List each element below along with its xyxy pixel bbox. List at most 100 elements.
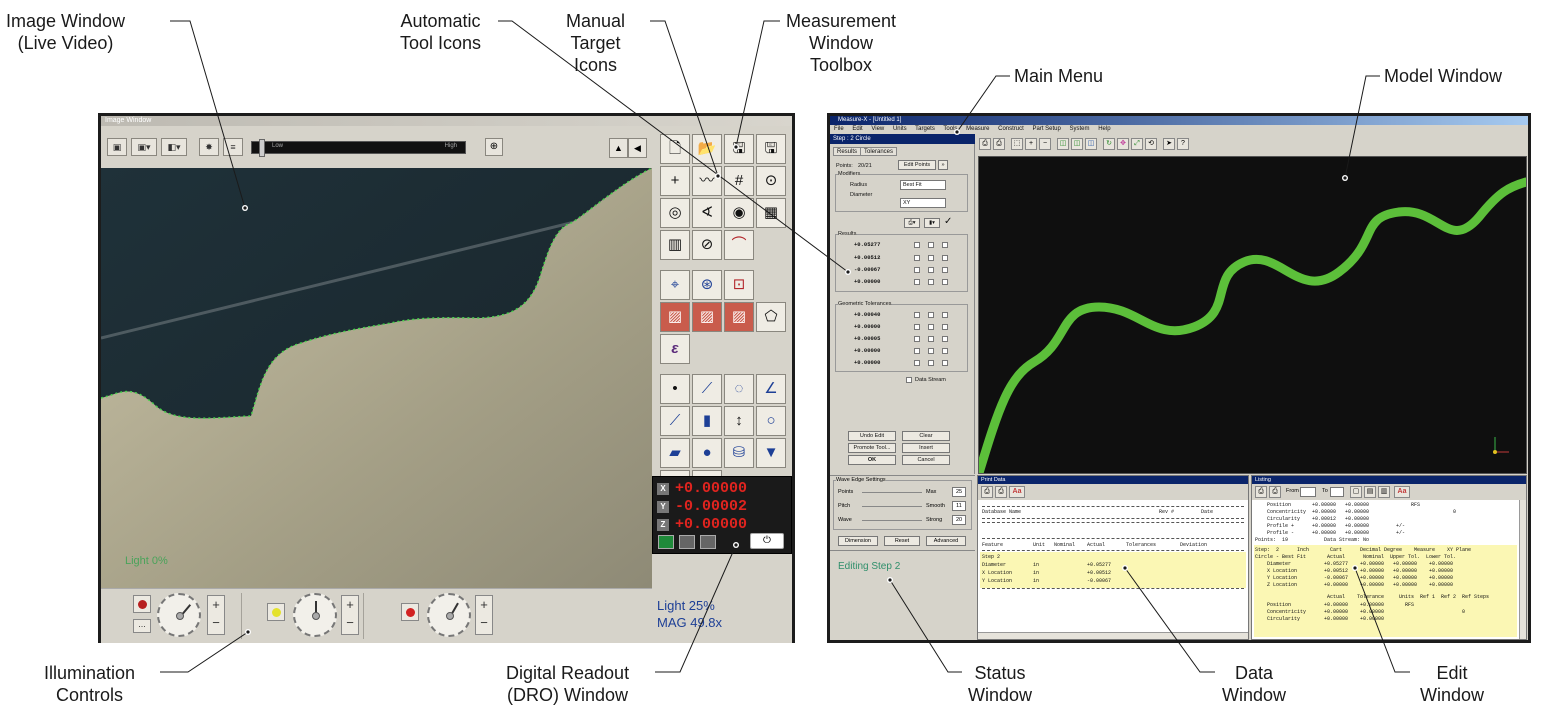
checkbox[interactable] xyxy=(914,336,920,342)
checkbox[interactable] xyxy=(914,348,920,354)
checkbox[interactable] xyxy=(928,336,934,342)
dense-grid-target-icon[interactable]: ▦ xyxy=(756,198,786,228)
ring-light-stepper[interactable]: + − xyxy=(341,595,359,635)
view-top-icon[interactable]: ◫ xyxy=(1071,138,1083,150)
print-icon[interactable]: ⎙ xyxy=(981,486,993,498)
print-preview-icon[interactable]: ⎙ xyxy=(995,486,1007,498)
power-icon[interactable]: ⏻ xyxy=(750,533,784,549)
save-icon[interactable]: 🖫 xyxy=(724,134,754,164)
cylinder-measure-icon[interactable]: ⛁ xyxy=(724,438,754,468)
sphere-measure-icon[interactable]: ● xyxy=(692,438,722,468)
focus-tool-icon[interactable]: ⊡ xyxy=(724,270,754,300)
clear-button[interactable]: Clear xyxy=(902,431,950,441)
pan-icon[interactable]: ✥ xyxy=(1117,138,1129,150)
more-options-button[interactable]: … xyxy=(133,619,151,633)
zoom-in-icon[interactable]: + xyxy=(1025,138,1037,150)
zero-xy-button[interactable] xyxy=(679,535,695,549)
checkbox[interactable] xyxy=(942,267,948,273)
edit-points-button[interactable]: Edit Points xyxy=(898,160,936,170)
menu-units[interactable]: Units xyxy=(893,126,907,132)
bullseye-target-icon[interactable]: ◉ xyxy=(724,198,754,228)
view-3d-icon[interactable]: ◫ xyxy=(1057,138,1069,150)
checkbox[interactable] xyxy=(942,242,948,248)
angle-target-icon[interactable]: ∢ xyxy=(692,198,722,228)
backlight-toggle[interactable] xyxy=(133,595,151,613)
image-tool-2-icon[interactable]: ▨ xyxy=(692,302,722,332)
vertical-scrollbar[interactable] xyxy=(1519,500,1526,639)
model-window[interactable] xyxy=(974,156,1528,478)
surface-light-dial[interactable] xyxy=(427,593,471,637)
zero-all-button[interactable] xyxy=(658,535,674,549)
checkbox[interactable] xyxy=(942,348,948,354)
menu-edit[interactable]: Edit xyxy=(852,126,862,132)
menu-construct[interactable]: Construct xyxy=(998,126,1024,132)
pitch-value-field[interactable]: 11 xyxy=(952,501,966,511)
points-slider[interactable] xyxy=(862,492,922,493)
open-folder-icon[interactable]: 📂 xyxy=(692,134,722,164)
insert-button[interactable]: Insert xyxy=(902,443,950,453)
circle-tool-icon[interactable]: ⊛ xyxy=(692,270,722,300)
points-value-field[interactable]: 25 xyxy=(952,487,966,497)
undo-edit-button[interactable]: Undo Edit xyxy=(848,431,896,441)
help-pointer-icon[interactable]: ? xyxy=(1177,138,1189,150)
menu-help[interactable]: Help xyxy=(1098,126,1110,132)
arch-grid-target-icon[interactable]: ▥ xyxy=(660,230,690,260)
slider-handle[interactable] xyxy=(259,139,265,157)
wave-value-field[interactable]: 20 xyxy=(952,515,966,525)
checkbox[interactable] xyxy=(914,324,920,330)
menu-tools[interactable]: Tools xyxy=(943,126,957,132)
print-icon[interactable]: ⎙ xyxy=(1255,486,1267,498)
new-file-icon[interactable]: 🗋 xyxy=(660,134,690,164)
zero-z-button[interactable] xyxy=(700,535,716,549)
list-icon[interactable]: ≡ xyxy=(223,138,243,156)
circle-measure-icon[interactable]: ◌ xyxy=(724,374,754,404)
checkbox[interactable] xyxy=(942,360,948,366)
menu-part-setup[interactable]: Part Setup xyxy=(1032,126,1060,132)
capture-dropdown-icon[interactable]: ▣▾ xyxy=(131,138,157,156)
diameter-option[interactable]: Diameter xyxy=(850,192,872,198)
checkbox[interactable] xyxy=(914,267,920,273)
checkbox[interactable] xyxy=(942,324,948,330)
checkbox[interactable] xyxy=(914,279,920,285)
save-as-icon[interactable]: 🖫 xyxy=(756,134,786,164)
no-circle-target-icon[interactable]: ⊘ xyxy=(692,230,722,260)
checkbox[interactable] xyxy=(928,279,934,285)
fit-icon[interactable]: ⤢ xyxy=(1131,138,1143,150)
point-measure-icon[interactable]: • xyxy=(660,374,690,404)
print-options-button[interactable]: ⎙▾ xyxy=(904,218,920,228)
select-icon[interactable]: ⬚ xyxy=(1011,138,1023,150)
view-front-icon[interactable]: ◫ xyxy=(1085,138,1097,150)
ring-light-toggle[interactable] xyxy=(267,603,285,621)
font-icon[interactable]: Aa xyxy=(1394,486,1410,498)
menu-targets[interactable]: Targets xyxy=(915,126,935,132)
checkbox[interactable] xyxy=(942,336,948,342)
surface-light-toggle[interactable] xyxy=(401,603,419,621)
circle-construct-icon[interactable]: ○ xyxy=(756,406,786,436)
checkbox[interactable] xyxy=(928,324,934,330)
print-preview-icon[interactable]: ⎙ xyxy=(1269,486,1281,498)
checkbox[interactable] xyxy=(928,312,934,318)
ring-light-dial[interactable] xyxy=(293,593,337,637)
menu-measure[interactable]: Measure xyxy=(966,126,989,132)
doc-grid-icon[interactable]: ▥ xyxy=(1378,486,1390,498)
image-window[interactable]: Light 0% xyxy=(101,168,652,588)
dimension-button[interactable]: Dimension xyxy=(838,536,878,546)
concentric-target-icon[interactable]: ◎ xyxy=(660,198,690,228)
tab-results[interactable]: Results xyxy=(833,147,862,156)
plane-select[interactable]: XY xyxy=(900,198,946,208)
checkbox[interactable] xyxy=(928,242,934,248)
angle-measure-icon[interactable]: ∠ xyxy=(756,374,786,404)
checkbox[interactable] xyxy=(928,255,934,261)
print-icon[interactable]: ⎙ xyxy=(979,138,991,150)
triangle-left-icon[interactable]: ◀ xyxy=(628,138,647,158)
camera-icon[interactable]: ▣ xyxy=(107,138,127,156)
histogram-measure-icon[interactable]: ▮ xyxy=(692,406,722,436)
menu-view[interactable]: View xyxy=(871,126,884,132)
doc-icon[interactable]: ▢ xyxy=(1350,486,1362,498)
preview-icon[interactable]: ⎙ xyxy=(993,138,1005,150)
blob-tool-icon[interactable]: ⬠ xyxy=(756,302,786,332)
font-icon[interactable]: Aa xyxy=(1009,486,1025,498)
to-field[interactable] xyxy=(1330,487,1344,497)
cancel-button[interactable]: Cancel xyxy=(902,455,950,465)
wave-slider[interactable] xyxy=(862,520,922,521)
